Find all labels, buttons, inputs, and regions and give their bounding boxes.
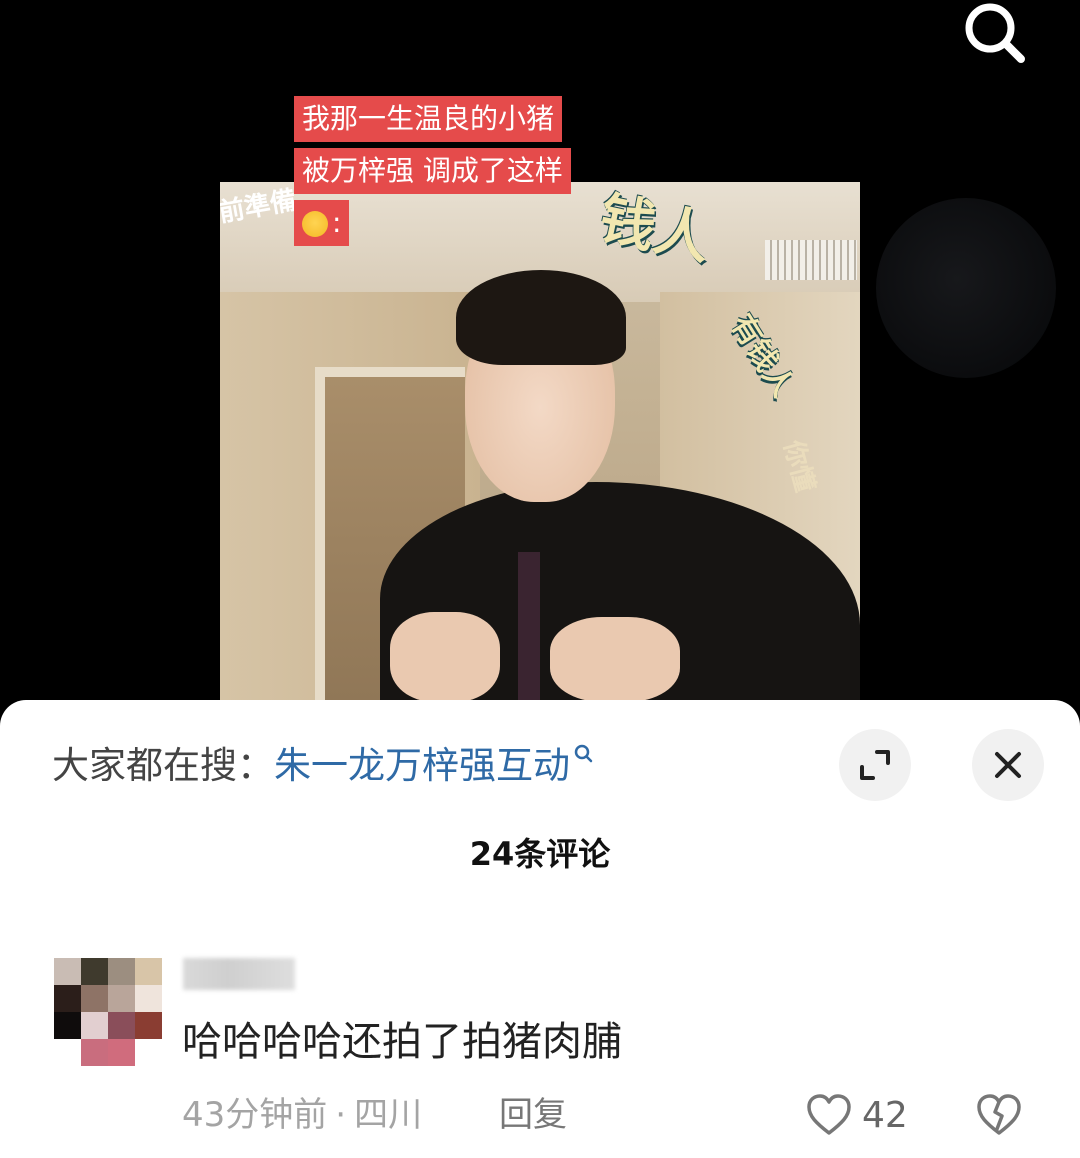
dislike-button[interactable] (974, 1090, 1024, 1140)
close-button[interactable] (972, 729, 1044, 801)
like-count: 42 (862, 1094, 908, 1136)
comment-meta: 43分钟前 · 四川 (182, 1091, 422, 1139)
expand-button[interactable] (839, 729, 911, 801)
broken-heart-icon (977, 1094, 1021, 1135)
reply-button[interactable]: 回复 (499, 1091, 567, 1139)
caption-line-text: : (332, 206, 342, 239)
comment-item: 哈哈哈哈还拍了拍猪肉脯 43分钟前 · 四川 回复 42 (0, 950, 1080, 1158)
person-tie (518, 552, 540, 702)
caption-line: 我那一生温良的小猪 (294, 96, 563, 142)
search-small-icon[interactable] (572, 740, 596, 792)
video-circle-overlay (876, 198, 1056, 378)
air-vent (765, 240, 857, 280)
search-button[interactable] (955, 0, 1031, 66)
comment-location: 四川 (354, 1095, 423, 1135)
person-hair (456, 270, 626, 365)
video-player[interactable]: 钱人 有钱人 前準備 你懂 我那一生温良的小猪 被万梓强 调成了这样 : (0, 0, 1080, 720)
person-hand (550, 617, 680, 702)
suggestion-label: 大家都在搜： (52, 744, 274, 787)
heart-icon (807, 1094, 851, 1135)
person-hand (390, 612, 500, 702)
search-suggestion: 大家都在搜： 朱一龙万梓强互动 (52, 740, 596, 792)
comment-text: 哈哈哈哈还拍了拍猪肉脯 (182, 1019, 622, 1065)
suggestion-link[interactable]: 朱一龙万梓强互动 (274, 740, 570, 792)
search-icon (965, 3, 1025, 63)
comments-count-title: 24条评论 (469, 835, 611, 873)
comment-time: 43分钟前 (182, 1095, 328, 1135)
caption-line: : (294, 200, 350, 246)
username-blurred[interactable] (183, 958, 295, 990)
close-icon (995, 752, 1021, 778)
expand-icon (860, 750, 890, 780)
video-caption: 我那一生温良的小猪 被万梓强 调成了这样 : (294, 96, 571, 246)
video-frame[interactable]: 钱人 有钱人 前準備 你懂 (220, 182, 860, 704)
smiling-face-icon (302, 211, 328, 237)
caption-line: 被万梓强 调成了这样 (294, 148, 571, 194)
meta-separator: · (335, 1095, 347, 1135)
like-button[interactable]: 42 (806, 1090, 908, 1140)
avatar[interactable] (54, 958, 162, 1066)
